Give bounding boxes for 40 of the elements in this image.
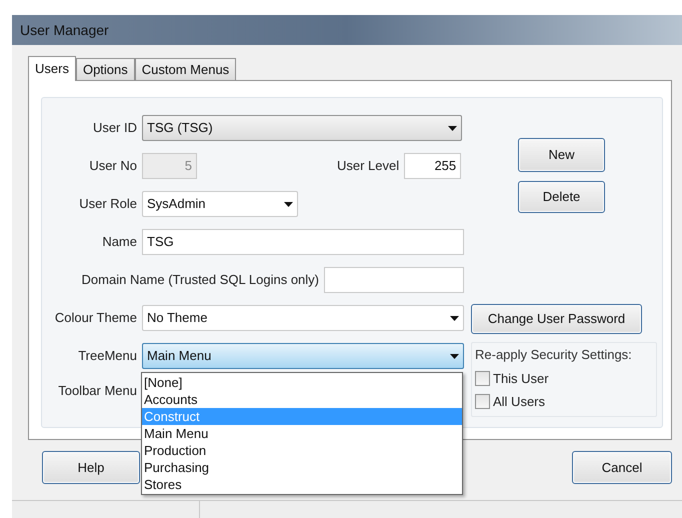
field-label: Colour Theme [54, 309, 137, 328]
caret-icon [450, 354, 459, 358]
tab[interactable]: Options [76, 58, 135, 80]
list-option[interactable]: Purchasing [142, 459, 462, 476]
field-label: User No [88, 157, 137, 176]
field-label: User ID [92, 119, 137, 138]
checkbox[interactable] [475, 370, 490, 386]
dropdown[interactable]: SysAdmin [142, 191, 298, 217]
window-title: User Manager [20, 20, 109, 40]
list-option[interactable]: [None] [142, 374, 462, 391]
dropdown[interactable]: Main Menu [142, 343, 464, 369]
caret-icon [284, 202, 293, 206]
field-label: Toolbar Menu [57, 382, 137, 400]
input-field[interactable]: 255 [404, 153, 462, 179]
list-option[interactable]: Main Menu [142, 425, 462, 442]
field-label: User Level [337, 157, 400, 176]
button[interactable]: Cancel [572, 451, 672, 484]
button[interactable]: New [518, 138, 605, 172]
tab[interactable]: Users [28, 56, 76, 81]
input-field[interactable]: TSG [142, 229, 464, 255]
tab[interactable]: Custom Menus [134, 58, 236, 80]
field-label: Domain Name (Trusted SQL Logins only) [80, 271, 319, 290]
button[interactable]: Delete [518, 181, 605, 213]
list-option[interactable]: Accounts [142, 391, 462, 408]
caret-icon [448, 126, 457, 130]
checkbox[interactable] [475, 394, 490, 410]
caret-icon [450, 316, 459, 320]
dropdown[interactable]: No Theme [142, 305, 464, 331]
field-label: User Role [78, 195, 137, 214]
dropdown[interactable]: TSG (TSG) [142, 115, 462, 141]
list-option[interactable]: Production [142, 442, 462, 459]
checkbox-label: This User [493, 370, 549, 388]
checkbox-label: All Users [493, 393, 546, 411]
input-field[interactable] [324, 267, 464, 293]
button[interactable]: Change User Password [471, 304, 642, 334]
field-label: TreeMenu [77, 347, 137, 366]
list-option[interactable]: Stores [142, 476, 462, 493]
button[interactable]: Help [42, 451, 140, 484]
field-label: Name [101, 233, 137, 252]
group-title: Re-apply Security Settings: [475, 346, 633, 364]
